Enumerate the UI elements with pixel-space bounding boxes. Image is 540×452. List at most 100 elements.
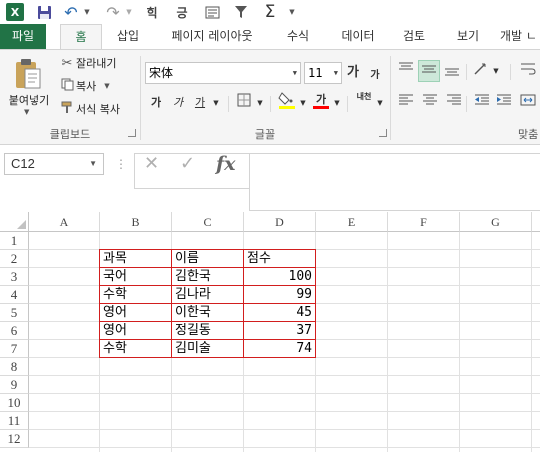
underline-dropdown-icon[interactable]: ▼ (211, 93, 221, 113)
column-header[interactable]: D (244, 212, 316, 232)
font-size-select[interactable]: 11 ▼ (304, 62, 342, 84)
row-header[interactable]: 2 (0, 250, 29, 268)
decrease-indent-icon[interactable] (472, 93, 492, 113)
row-header[interactable]: 12 (0, 430, 29, 448)
align-top-icon[interactable] (396, 61, 416, 81)
autosum-icon[interactable]: Σ (260, 2, 280, 22)
table-cell[interactable]: 영어 (100, 322, 171, 340)
wrap-text-icon[interactable] (518, 61, 538, 81)
worksheet-grid[interactable]: A B C D E F G 1 2 3 4 5 6 7 8 9 10 11 12 (0, 212, 540, 452)
increase-font-icon[interactable]: 가 (346, 63, 360, 83)
tab-insert[interactable]: 삽입 (108, 24, 148, 49)
column-header[interactable]: C (172, 212, 244, 232)
undo-dropdown-icon[interactable]: ▼ (82, 2, 92, 22)
italic-icon[interactable]: 가 (170, 93, 186, 113)
tab-view[interactable]: 보기 (448, 24, 488, 49)
table-cell[interactable]: 45 (244, 304, 315, 322)
tab-file[interactable]: 파일 (0, 24, 46, 49)
filter-icon[interactable] (232, 2, 250, 22)
font-launcher-icon[interactable] (379, 129, 387, 137)
align-bottom-icon[interactable] (442, 61, 462, 81)
row-header[interactable]: 4 (0, 286, 29, 304)
undo-icon[interactable]: ↶ (62, 2, 80, 22)
row-header[interactable]: 5 (0, 304, 29, 322)
table-cell[interactable]: 99 (244, 286, 315, 304)
bold-icon[interactable]: 가 (148, 93, 164, 113)
phonetic-dropdown-icon[interactable]: ▼ (376, 93, 384, 113)
row-header[interactable]: 11 (0, 412, 29, 430)
row-header[interactable]: 3 (0, 268, 29, 286)
formula-input[interactable] (249, 153, 540, 211)
font-name-select[interactable]: 宋体 ▼ (145, 62, 301, 84)
tab-formulas[interactable]: 수식 (276, 24, 320, 49)
tab-review[interactable]: 검토 (394, 24, 434, 49)
row-header[interactable]: 10 (0, 394, 29, 412)
orientation-dropdown-icon[interactable]: ▼ (492, 61, 500, 81)
decrease-font-icon[interactable]: 가 (369, 66, 381, 86)
table-cell[interactable]: 37 (244, 322, 315, 340)
phonetic-icon[interactable]: 내천 (353, 91, 375, 111)
name-box[interactable]: C12 ▼ (4, 153, 104, 175)
table-cell[interactable]: 74 (244, 340, 315, 358)
table-header-cell[interactable]: 이름 (172, 250, 243, 268)
table-cell[interactable]: 김나라 (172, 286, 243, 304)
align-right-icon[interactable] (444, 93, 464, 113)
table-cell[interactable]: 김한국 (172, 268, 243, 286)
column-header[interactable]: B (100, 212, 172, 232)
row-header[interactable]: 6 (0, 322, 29, 340)
cut-button[interactable]: ✂ 잘라내기 (58, 54, 117, 72)
fill-color-dropdown-icon[interactable]: ▼ (298, 93, 308, 113)
redo-icon[interactable]: ↷ (104, 2, 122, 22)
redo-dropdown-icon[interactable]: ▼ (124, 2, 134, 22)
increase-indent-icon[interactable] (494, 93, 514, 113)
font-color-icon[interactable]: 가 (311, 90, 331, 110)
column-header[interactable]: F (388, 212, 460, 232)
tab-data[interactable]: 데이터 (334, 24, 382, 49)
table-cell[interactable]: 수학 (100, 340, 171, 358)
table-cell[interactable]: 국어 (100, 268, 171, 286)
table-cell[interactable]: 정길동 (172, 322, 243, 340)
save-icon[interactable] (34, 2, 54, 22)
table-header-cell[interactable]: 점수 (244, 250, 315, 268)
enter-icon[interactable]: ✓ (180, 153, 195, 174)
align-center-icon[interactable] (420, 93, 440, 113)
table-header-cell[interactable]: 과목 (100, 250, 171, 268)
customize-qat-icon[interactable]: ▼ (286, 2, 298, 22)
copy-button[interactable]: 복사 ▼ (58, 77, 110, 95)
column-header[interactable] (532, 212, 540, 232)
paste-icon[interactable] (14, 58, 42, 90)
cancel-icon[interactable]: ✕ (144, 153, 159, 174)
orientation-icon[interactable] (472, 61, 492, 81)
clipboard-launcher-icon[interactable] (128, 129, 136, 137)
borders-dropdown-icon[interactable]: ▼ (255, 93, 265, 113)
table-cell[interactable]: 100 (244, 268, 315, 286)
fill-color-icon[interactable] (277, 90, 297, 110)
form-icon[interactable] (202, 2, 222, 22)
font-color-dropdown-icon[interactable]: ▼ (332, 93, 342, 113)
column-header[interactable]: G (460, 212, 532, 232)
paste-dropdown-icon[interactable]: ▼ (24, 108, 29, 116)
tab-page-layout[interactable]: 페이지 레이아웃 (162, 24, 262, 49)
copy-dropdown-icon[interactable]: ▼ (104, 82, 109, 90)
row-header[interactable]: 9 (0, 376, 29, 394)
align-middle-icon[interactable] (418, 60, 440, 82)
more-icon[interactable]: ⋮ (115, 157, 127, 171)
table-cell[interactable]: 김미술 (172, 340, 243, 358)
row-header[interactable]: 1 (0, 232, 29, 250)
table-cell[interactable]: 수학 (100, 286, 171, 304)
insert-function-icon[interactable]: fx (216, 153, 236, 175)
paste-button-label[interactable]: 붙여넣기 (4, 92, 54, 108)
tab-home[interactable]: 홈 (60, 24, 102, 50)
column-header[interactable]: A (29, 212, 100, 232)
underline-icon[interactable]: 가 (192, 93, 208, 113)
row-header[interactable]: 8 (0, 358, 29, 376)
select-all-button[interactable] (0, 212, 29, 232)
align-left-icon[interactable] (396, 93, 416, 113)
column-header[interactable]: E (316, 212, 388, 232)
tab-developer[interactable]: 개발 ㄴ (500, 24, 540, 49)
table-cell[interactable]: 이한국 (172, 304, 243, 322)
format-painter-button[interactable]: 서식 복사 (58, 100, 120, 118)
table-cell[interactable]: 영어 (100, 304, 171, 322)
sort-descending-icon[interactable]: 긍 (172, 2, 192, 22)
sort-ascending-icon[interactable]: 힉 (142, 2, 162, 22)
